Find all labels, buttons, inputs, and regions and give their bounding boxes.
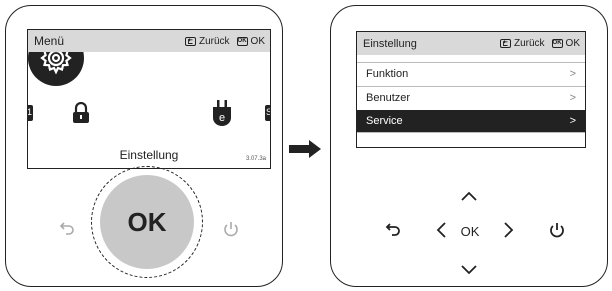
back-icon	[59, 222, 74, 235]
menu-item-label: Einstellung	[119, 148, 179, 162]
back-icon	[385, 223, 400, 236]
back-key-icon	[499, 39, 511, 48]
energy-plug-icon: e	[211, 100, 233, 131]
screen-header: Menü Zurück OK OK	[28, 30, 270, 52]
right-button[interactable]	[503, 221, 515, 244]
list-item-benutzer[interactable]: Benutzer >	[357, 86, 585, 108]
settings-screen: Einstellung Zurück OK OK Funktion > Benu…	[356, 31, 586, 148]
screen-title: Menü	[34, 34, 65, 48]
power-button[interactable]	[221, 219, 241, 239]
chevron-right-icon: >	[569, 91, 576, 104]
menu-item-next-partial: S	[265, 105, 270, 121]
svg-text:e: e	[219, 112, 225, 124]
arrow-right-icon	[504, 222, 514, 238]
back-key-label: Zurück	[198, 35, 230, 47]
power-icon	[224, 222, 238, 237]
up-button[interactable]	[460, 189, 478, 207]
screen-header: Einstellung Zurück OK OK	[357, 32, 585, 55]
back-key-icon	[184, 36, 196, 46]
arrow-up-icon	[461, 191, 477, 201]
back-button[interactable]	[384, 220, 404, 245]
ok-key-label: OK	[250, 35, 265, 47]
ok-button[interactable]: OK	[100, 175, 194, 269]
power-icon	[550, 223, 564, 238]
list-divider	[357, 132, 585, 133]
back-key-label: Zurück	[513, 38, 545, 49]
down-button[interactable]	[460, 263, 478, 281]
list-item-service[interactable]: Service >	[357, 110, 585, 132]
transition-arrow-icon	[285, 139, 325, 164]
chevron-right-icon: >	[569, 67, 576, 80]
controller-device-right: Einstellung Zurück OK OK Funktion > Benu…	[330, 5, 608, 287]
ok-button-label: OK	[127, 206, 167, 237]
list-item-label: Service	[366, 115, 403, 127]
list-item-label: Funktion	[366, 67, 409, 80]
menu-screen: Menü Zurück OK OK 1 e Einstellung 3.07.3…	[27, 29, 271, 169]
menu-item-prev-partial: 1	[28, 105, 33, 121]
ok-key-icon: OK	[551, 39, 563, 48]
back-button[interactable]	[58, 219, 78, 239]
arrow-left-icon	[436, 222, 446, 238]
ok-button[interactable]: OK	[458, 224, 482, 239]
power-button[interactable]	[547, 220, 567, 245]
lock-icon	[72, 101, 90, 129]
list-item-funktion[interactable]: Funktion >	[357, 62, 585, 84]
arrow-down-icon	[461, 265, 477, 275]
chevron-right-icon: >	[569, 115, 576, 127]
ok-key-label: OK	[565, 38, 580, 49]
left-button[interactable]	[435, 221, 447, 244]
list-item-label: Benutzer	[366, 91, 411, 104]
ok-key-icon: OK	[236, 36, 248, 46]
version-label: 3.07.3a	[245, 156, 266, 162]
screen-title: Einstellung	[363, 37, 417, 50]
